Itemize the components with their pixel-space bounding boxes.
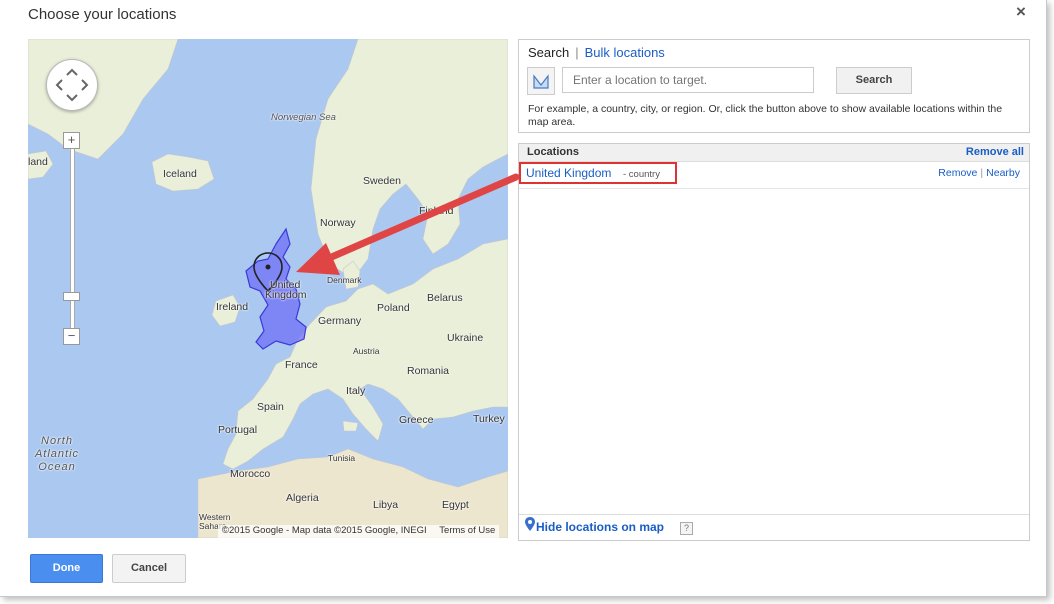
help-icon[interactable]: ?	[680, 522, 693, 535]
map-label-iceland-partial: land	[28, 156, 48, 168]
map-label-ukraine: Ukraine	[447, 332, 484, 344]
map-label-finland: Finland	[419, 205, 454, 217]
map-label-ocean-line1: North	[41, 435, 73, 447]
map-view[interactable]: land Iceland Norwegian Sea Sweden Finlan…	[28, 39, 508, 538]
choose-locations-dialog: Choose your locations × land Iceland Nor…	[0, 0, 1047, 597]
map-attribution: ©2015 Google - Map data ©2015 Google, IN…	[218, 525, 500, 538]
location-row-actions: Remove | Nearby	[938, 167, 1020, 179]
locations-header: Locations Remove all	[519, 144, 1029, 162]
map-label-romania: Romania	[407, 365, 450, 377]
map-label-ocean-line2: Atlantic	[34, 448, 80, 460]
map-label-norway: Norway	[320, 217, 356, 229]
map-label-portugal: Portugal	[218, 424, 258, 436]
zoom-slider-handle[interactable]	[63, 292, 80, 301]
search-tabs: Search | Bulk locations	[528, 45, 665, 60]
map-pan-control[interactable]	[46, 59, 98, 111]
map-label-egypt: Egypt	[442, 499, 469, 511]
tab-bulk-locations[interactable]: Bulk locations	[585, 45, 665, 60]
attribution-text: ©2015 Google - Map data ©2015 Google, IN…	[222, 525, 427, 536]
terms-of-use-link[interactable]: Terms of Use	[439, 525, 495, 536]
search-button[interactable]: Search	[836, 67, 912, 94]
map-label-greece: Greece	[399, 414, 434, 426]
map-label-uk-line2: Kingdom	[265, 289, 307, 301]
location-row: United Kingdom - country Remove | Nearby	[519, 162, 1029, 189]
close-icon[interactable]: ×	[1016, 2, 1026, 22]
map-label-france: France	[285, 359, 318, 371]
remove-link[interactable]: Remove	[938, 167, 977, 179]
map-label-ireland: Ireland	[216, 301, 249, 313]
location-type: - country	[623, 169, 660, 180]
map-label-belarus: Belarus	[427, 292, 463, 304]
map-label-ocean-line3: Ocean	[38, 461, 76, 473]
search-panel: Search | Bulk locations Search For example…	[518, 39, 1030, 133]
cancel-button[interactable]: Cancel	[112, 554, 186, 583]
hide-locations-on-map-link[interactable]: Hide locations on map	[536, 520, 664, 534]
dialog-title: Choose your locations	[28, 6, 177, 23]
tab-search[interactable]: Search	[528, 45, 569, 60]
zoom-slider-track[interactable]	[70, 141, 75, 333]
map-label-spain: Spain	[257, 401, 284, 413]
map-label-austria: Austria	[353, 346, 380, 356]
map-label-algeria: Algeria	[286, 492, 319, 504]
map-label-morocco: Morocco	[230, 468, 271, 480]
tab-separator: |	[575, 45, 579, 60]
search-hint: For example, a country, city, or region.…	[528, 103, 1003, 128]
map-label-poland: Poland	[377, 302, 410, 314]
map-label-libya: Libya	[373, 499, 399, 511]
map-label-italy: Italy	[346, 385, 366, 397]
map-label-denmark: Denmark	[327, 275, 362, 285]
locations-footer: Hide locations on map ?	[519, 514, 1029, 540]
pan-arrows-icon	[55, 68, 89, 102]
locations-header-label: Locations	[527, 146, 579, 158]
map-pin-icon	[525, 517, 535, 531]
location-search-input[interactable]	[562, 67, 814, 93]
map-label-turkey: Turkey	[473, 413, 505, 425]
map-label-ocean: North Atlantic Ocean	[28, 435, 86, 474]
map-label-norwegian-sea: Norwegian Sea	[271, 112, 336, 123]
zoom-in-button[interactable]: +	[63, 132, 80, 149]
map-label-sweden: Sweden	[363, 175, 401, 187]
map-label-germany: Germany	[318, 315, 362, 327]
map-area-target-button[interactable]	[527, 67, 555, 95]
location-name-link[interactable]: United Kingdom	[526, 166, 611, 180]
zoom-out-button[interactable]: −	[63, 328, 80, 345]
done-button[interactable]: Done	[30, 554, 103, 583]
map-target-icon	[533, 74, 549, 89]
map-label-iceland: Iceland	[163, 168, 197, 180]
map-label-tunisia: Tunisia	[328, 453, 356, 463]
nearby-link[interactable]: Nearby	[986, 167, 1020, 179]
remove-all-link[interactable]: Remove all	[966, 146, 1024, 158]
locations-panel: Locations Remove all United Kingdom - co…	[518, 143, 1030, 541]
